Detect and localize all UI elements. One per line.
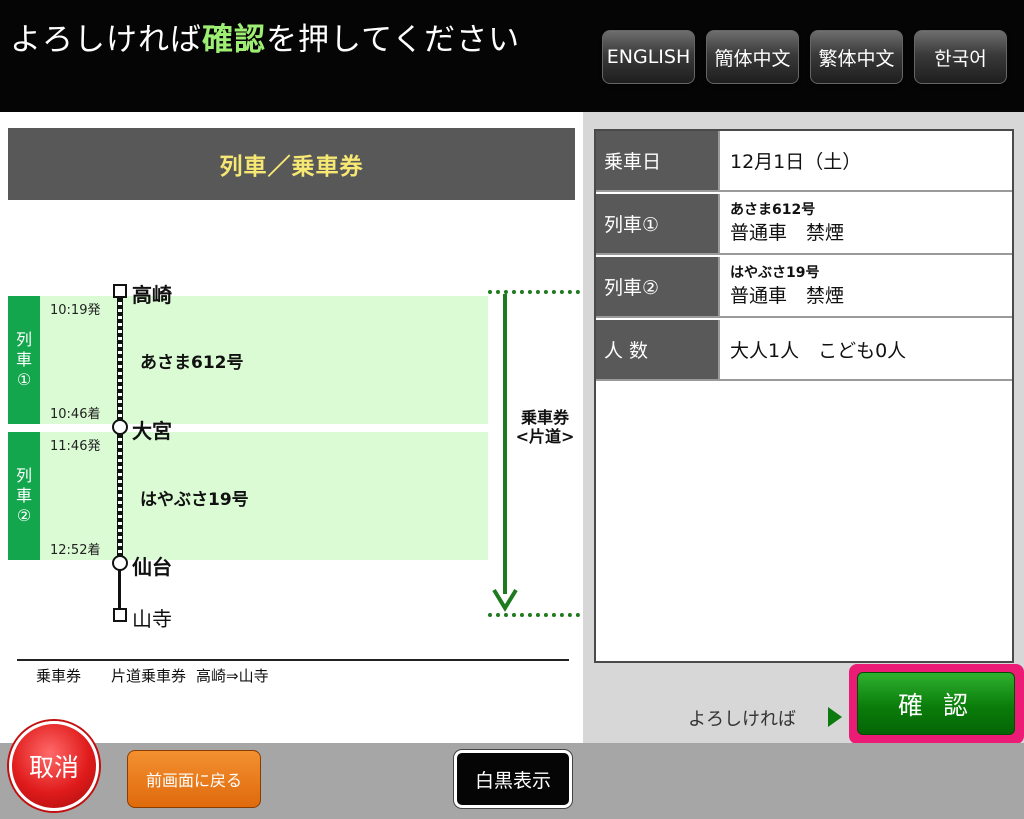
segment-2-train-name: はやぶさ19号 [140, 490, 249, 510]
back-button[interactable]: 前画面に戻る [127, 750, 261, 808]
language-simplified-chinese-button[interactable]: 簡体中文 [706, 30, 799, 84]
confirm-prompt-text: よろしければ [688, 709, 796, 730]
route-line-train-2 [117, 434, 123, 562]
info-row-date: 乗車日 12月1日（土） [596, 131, 1012, 192]
info-row-train-1: 列車① あさま612号 普通車 禁煙 [596, 194, 1012, 255]
title-highlight: 確認 [202, 22, 266, 58]
divider [17, 659, 569, 661]
segment-1-train-name: あさま612号 [140, 353, 244, 373]
station-marker-square-icon [113, 608, 127, 622]
page-title: よろしければ確認を押してください [10, 22, 521, 58]
station-takasaki: 高崎 [132, 283, 172, 307]
ticket-range-end-line [488, 613, 580, 617]
info-panel: 乗車日 12月1日（土） 列車① あさま612号 普通車 禁煙 列車② はやぶさ… [583, 112, 1024, 743]
train-1-name: あさま612号 [730, 202, 816, 218]
segment-1-background [40, 296, 488, 424]
passenger-count: 大人1人 こども0人 [730, 340, 907, 362]
ticket-range-arrow-icon [492, 294, 518, 612]
monochrome-display-button[interactable]: 白黒表示 [454, 750, 572, 808]
info-row-passengers: 人 数 大人1人 こども0人 [596, 320, 1012, 381]
segment-1-tag: 列 車 ① [8, 296, 40, 424]
segment-2-depart-time: 11:46発 [50, 439, 101, 454]
boarding-date: 12月1日（土） [730, 151, 862, 173]
train-1-seat: 普通車 禁煙 [730, 222, 845, 244]
station-marker-square-icon [113, 284, 127, 298]
route-panel-title: 列車／乗車券 [8, 128, 575, 200]
cancel-button[interactable]: 取消 [9, 721, 99, 811]
segment-2-arrive-time: 12:52着 [50, 543, 101, 558]
station-marker-circle-icon [112, 419, 128, 435]
station-yamadera: 山寺 [132, 607, 172, 631]
language-korean-button[interactable]: 한국어 [914, 30, 1007, 84]
play-arrow-icon [828, 707, 842, 727]
segment-1-depart-time: 10:19発 [50, 303, 101, 318]
route-panel: 列車／乗車券 列 車 ① 10:19発 10:46着 あさま612号 列 車 ②… [0, 112, 583, 743]
station-marker-circle-icon [112, 555, 128, 571]
ticket-confirmation-screen: よろしければ確認を押してください ENGLISH 簡体中文 繁体中文 한국어 列… [0, 0, 1024, 819]
train-2-seat: 普通車 禁煙 [730, 285, 845, 307]
confirm-button[interactable]: 確 認 [857, 672, 1015, 735]
station-omiya: 大宮 [132, 419, 172, 443]
route-line-local [118, 570, 121, 608]
language-traditional-chinese-button[interactable]: 繁体中文 [810, 30, 903, 84]
header-bar: よろしければ確認を押してください ENGLISH 簡体中文 繁体中文 한국어 [0, 0, 1024, 112]
ticket-summary: 乗車券 片道乗車券 高崎⇒山寺 [36, 667, 269, 685]
station-sendai: 仙台 [132, 555, 172, 579]
train-2-name: はやぶさ19号 [730, 265, 820, 281]
language-english-button[interactable]: ENGLISH [602, 30, 695, 84]
segment-2-tag: 列 車 ② [8, 432, 40, 560]
info-table: 乗車日 12月1日（土） 列車① あさま612号 普通車 禁煙 列車② はやぶさ… [594, 129, 1014, 663]
route-line-train-1 [117, 298, 123, 426]
ticket-range-label: 乗車券 <片道> [515, 408, 575, 446]
segment-1-arrive-time: 10:46着 [50, 407, 101, 422]
segment-2-background [40, 432, 488, 560]
info-row-train-2: 列車② はやぶさ19号 普通車 禁煙 [596, 257, 1012, 318]
